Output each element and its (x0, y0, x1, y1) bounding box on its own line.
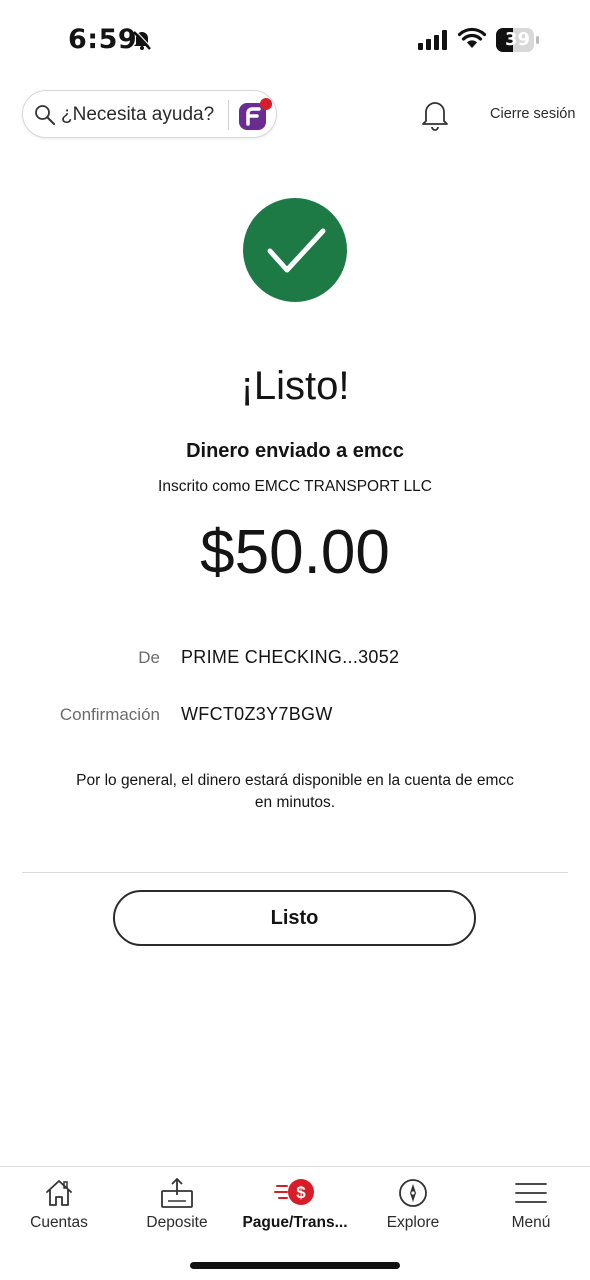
wifi-icon (457, 27, 487, 54)
home-icon (43, 1177, 75, 1214)
tab-pay-transfer[interactable]: $ Pague/Trans... (236, 1167, 354, 1247)
search-icon (33, 103, 57, 132)
pay-transfer-icon: $ (273, 1177, 317, 1214)
help-search-input[interactable]: ¿Necesita ayuda? (22, 90, 277, 138)
from-account-value: PRIME CHECKING...3052 (181, 647, 400, 667)
confirmation-title: ¡Listo! (240, 364, 350, 408)
status-bar: 6:59 39 (0, 0, 590, 80)
hamburger-menu-icon (514, 1177, 548, 1214)
logout-link[interactable]: Cierre sesión (490, 106, 575, 122)
tab-label-explore: Explore (386, 1214, 440, 1231)
tab-menu[interactable]: Menú (472, 1167, 590, 1247)
tab-label-pay-transfer: Pague/Trans... (242, 1214, 348, 1231)
search-placeholder: ¿Necesita ayuda? (61, 104, 215, 125)
payment-confirmation-screen: 6:59 39 ¿Necesita ayuda? Cierre sesión ¡… (0, 0, 590, 1280)
cellular-signal-icon (418, 30, 450, 55)
fargo-assistant-icon[interactable] (235, 95, 275, 140)
tab-label-deposit: Deposite (146, 1214, 208, 1231)
done-button[interactable]: Listo (113, 890, 476, 946)
silent-bell-icon (131, 29, 153, 56)
tab-label-accounts: Cuentas (30, 1214, 88, 1231)
tab-label-menu: Menú (511, 1214, 551, 1231)
tab-deposit[interactable]: Deposite (118, 1167, 236, 1247)
home-indicator[interactable] (190, 1262, 400, 1269)
deposit-icon (160, 1177, 194, 1214)
notifications-bell-icon[interactable] (420, 99, 450, 136)
success-check-icon (243, 198, 347, 302)
availability-note: Por lo general, el dinero estará disponi… (76, 772, 514, 811)
confirmation-subtitle: Dinero enviado a emcc (186, 440, 404, 462)
tab-explore[interactable]: Explore (354, 1167, 472, 1247)
tab-accounts[interactable]: Cuentas (0, 1167, 118, 1247)
recipient-enrolled-name: Inscrito como EMCC TRANSPORT LLC (158, 478, 432, 495)
search-divider (228, 100, 229, 130)
compass-icon (397, 1177, 429, 1214)
transfer-amount: $50.00 (200, 518, 390, 587)
section-divider (22, 872, 568, 873)
battery-percentage: 39 (505, 29, 531, 50)
confirmation-number-value: WFCT0Z3Y7BGW (181, 704, 333, 724)
from-label: De (138, 648, 160, 667)
status-time: 6:59 (68, 24, 138, 55)
confirmation-number-label: Confirmación (59, 705, 160, 724)
svg-text:$: $ (296, 1183, 306, 1202)
